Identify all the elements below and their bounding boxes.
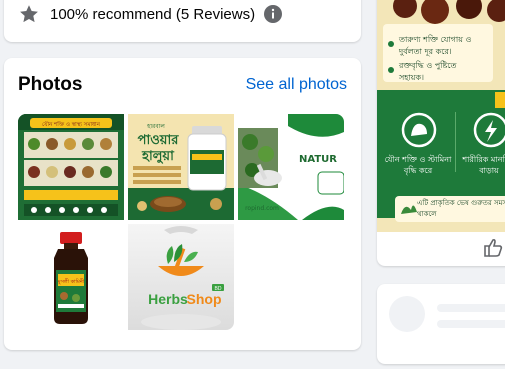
post-text-line: সহায়ক। bbox=[398, 73, 424, 82]
photo-thumbnail[interactable]: যৌন শক্তি ও স্বাস্থ্য সমাধান bbox=[18, 114, 124, 220]
placeholder-line bbox=[437, 304, 505, 312]
thumbnail-caption: হারবাল bbox=[146, 123, 165, 130]
post-text-line: রক্তবৃদ্ধি ও পুষ্টিতে bbox=[398, 61, 457, 70]
info-icon[interactable] bbox=[263, 4, 283, 24]
thumbnail-caption: Herbs bbox=[148, 291, 188, 307]
recommendation-card: 100% recommend (5 Reviews) bbox=[4, 0, 361, 42]
thumbnail-caption: NATUR bbox=[299, 154, 337, 165]
see-all-photos-link[interactable]: See all photos bbox=[246, 76, 347, 94]
recommendation-row: 100% recommend (5 Reviews) bbox=[18, 2, 283, 26]
post-image[interactable]: তারুণ্য শক্তি যোগায় ও দুর্বলতা দূর করে।… bbox=[377, 0, 505, 266]
thumbnail-caption: যৌন শক্তি ও স্বাস্থ্য সমাধান bbox=[42, 121, 101, 128]
thumbnail-caption: মুসলী কামিনী bbox=[57, 278, 85, 285]
post-text-line: দুর্বলতা দূর করে। bbox=[398, 47, 452, 56]
photo-thumbnail[interactable]: মুসলী কামিনী bbox=[18, 224, 124, 330]
post-feature-1: যৌন শক্তি ও স্টামিনা বৃদ্ধি করে bbox=[384, 155, 452, 175]
placeholder-line bbox=[437, 320, 505, 328]
post-feature-2: শারীরিক মানসিক বাড়ায় bbox=[462, 155, 505, 175]
star-icon bbox=[20, 5, 38, 23]
photo-thumbnail[interactable]: Herbs Shop BD bbox=[128, 224, 234, 330]
thumbnail-caption: হালুয়া bbox=[141, 149, 175, 165]
post-text-line: তারুণ্য শক্তি যোগায় ও bbox=[398, 35, 471, 44]
loading-placeholder-card bbox=[377, 284, 505, 364]
photo-thumbnail[interactable]: NATUR ropind.com bbox=[238, 114, 344, 220]
photos-title: Photos bbox=[18, 74, 83, 95]
thumbnail-caption: ropind.com bbox=[245, 205, 279, 212]
recommendation-text: 100% recommend (5 Reviews) bbox=[50, 5, 256, 23]
thumbnail-caption: Shop bbox=[187, 291, 222, 307]
thumbnail-caption: BD bbox=[215, 286, 222, 292]
post-card: তারুণ্য শক্তি যোগায় ও দুর্বলতা দূর করে।… bbox=[377, 0, 505, 266]
post-footer-text: এটি প্রাকৃতিক ভেষ গুরুতর সমস্যা থাকলে bbox=[417, 199, 505, 218]
thumbs-up-icon[interactable] bbox=[484, 238, 503, 257]
photos-card: Photos See all photos যৌন শক্তি ও স্বাস্… bbox=[4, 58, 361, 350]
placeholder-avatar bbox=[389, 296, 425, 332]
thumbnail-caption: পাওয়ার bbox=[138, 133, 180, 148]
photo-thumbnail[interactable]: হারবাল পাওয়ার হালুয়া bbox=[128, 114, 234, 220]
